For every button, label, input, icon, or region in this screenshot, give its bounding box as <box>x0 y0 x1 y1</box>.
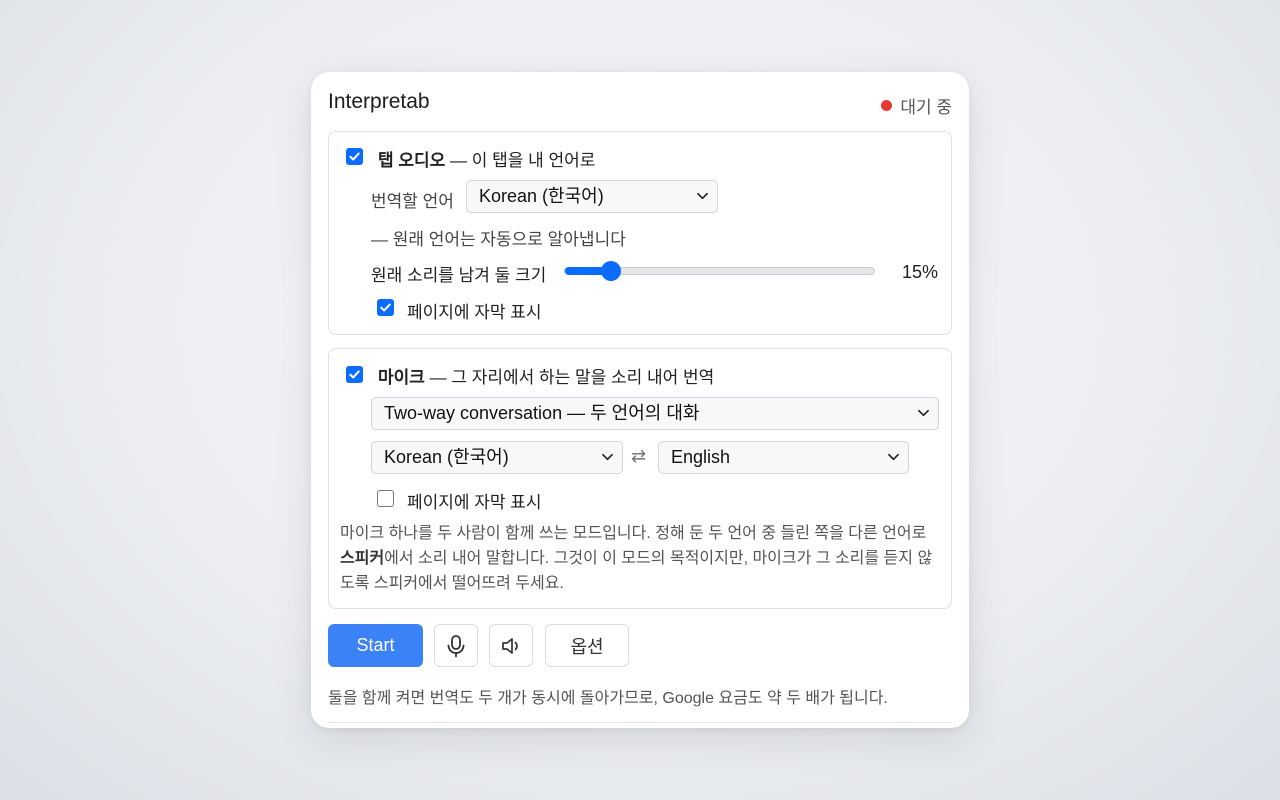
conversation-mode-value: Two-way conversation — 두 언어의 대화 <box>384 403 700 423</box>
swap-languages-icon[interactable]: ⇄ <box>631 446 646 467</box>
language-b-select[interactable]: English <box>658 441 909 474</box>
tab-audio-subtitle: — 이 탭을 내 언어로 <box>450 151 596 170</box>
tab-subtitles-checkbox[interactable] <box>377 299 394 316</box>
options-button-label: 옵션 <box>570 636 604 657</box>
microphone-icon <box>447 634 465 657</box>
start-button-label: Start <box>356 635 395 655</box>
language-a-select[interactable]: Korean (한국어) <box>371 441 623 474</box>
checkmark-icon <box>349 370 360 379</box>
mic-subtitles-label: 페이지에 자막 표시 <box>407 493 542 512</box>
chevron-down-icon <box>918 409 929 417</box>
keep-original-slider[interactable] <box>564 261 875 281</box>
cost-warning-note: 둘을 함께 켜면 번역도 두 개가 동시에 돌아가므로, Google 요금도 … <box>328 690 888 707</box>
interpretab-panel: Interpretab 대기 중 탭 오디오 — 이 탭을 내 언어로 번역할 … <box>311 72 969 728</box>
microphone-title: 마이크 <box>378 368 425 387</box>
speaker-icon <box>502 637 518 654</box>
note-text-part1: 마이크 하나를 두 사람이 함께 쓰는 모드입니다. 정해 둔 두 언어 중 들… <box>340 525 927 542</box>
auto-detect-note: — 원래 언어는 자동으로 알아냅니다 <box>371 230 626 249</box>
microphone-toggle-button[interactable] <box>434 624 478 667</box>
status-dot-icon <box>881 100 893 111</box>
target-language-label: 번역할 언어 <box>371 192 454 211</box>
tab-audio-heading: 탭 오디오 — 이 탭을 내 언어로 <box>378 146 595 171</box>
target-language-select[interactable]: Korean (한국어) <box>466 180 718 213</box>
app-title: Interpretab <box>328 90 430 113</box>
mic-subtitles-checkbox[interactable] <box>377 490 394 507</box>
keep-original-value: 15% <box>902 262 939 282</box>
start-button[interactable]: Start <box>328 624 423 667</box>
conversation-mode-select[interactable]: Two-way conversation — 두 언어의 대화 <box>371 397 939 430</box>
checkmark-icon <box>349 152 360 161</box>
slider-thumb[interactable] <box>601 261 622 281</box>
tab-audio-title: 탭 오디오 <box>378 151 446 170</box>
chevron-down-icon <box>697 192 708 200</box>
language-b-value: English <box>671 447 731 467</box>
language-a-value: Korean (한국어) <box>384 447 509 467</box>
target-language-value: Korean (한국어) <box>479 186 604 206</box>
status-label: 대기 중 <box>900 98 952 117</box>
options-button[interactable]: 옵션 <box>545 624 629 667</box>
chevron-down-icon <box>888 453 899 461</box>
divider <box>328 722 952 723</box>
chevron-down-icon <box>602 453 613 461</box>
tab-audio-checkbox[interactable] <box>346 148 363 165</box>
microphone-subtitle: — 그 자리에서 하는 말을 소리 내어 번역 <box>429 368 715 387</box>
header: Interpretab 대기 중 <box>328 90 952 118</box>
microphone-heading: 마이크 — 그 자리에서 하는 말을 소리 내어 번역 <box>378 363 714 388</box>
microphone-mode-note: 마이크 하나를 두 사람이 함께 쓰는 모드입니다. 정해 둔 두 언어 중 들… <box>340 521 939 596</box>
note-text-part2: 에서 소리 내어 말합니다. 그것이 이 모드의 목적이지만, 마이크가 그 소… <box>340 550 933 592</box>
note-speaker-emphasis: 스피커 <box>340 550 385 567</box>
microphone-checkbox[interactable] <box>346 366 363 383</box>
keep-original-label: 원래 소리를 남겨 둘 크기 <box>371 266 547 285</box>
status-indicator: 대기 중 <box>881 93 952 118</box>
tab-audio-section: 탭 오디오 — 이 탭을 내 언어로 번역할 언어 Korean (한국어) —… <box>328 131 952 335</box>
speaker-toggle-button[interactable] <box>489 624 533 667</box>
checkmark-icon <box>380 303 391 312</box>
microphone-section: 마이크 — 그 자리에서 하는 말을 소리 내어 번역 Two-way conv… <box>328 348 952 609</box>
tab-subtitles-label: 페이지에 자막 표시 <box>407 303 542 322</box>
